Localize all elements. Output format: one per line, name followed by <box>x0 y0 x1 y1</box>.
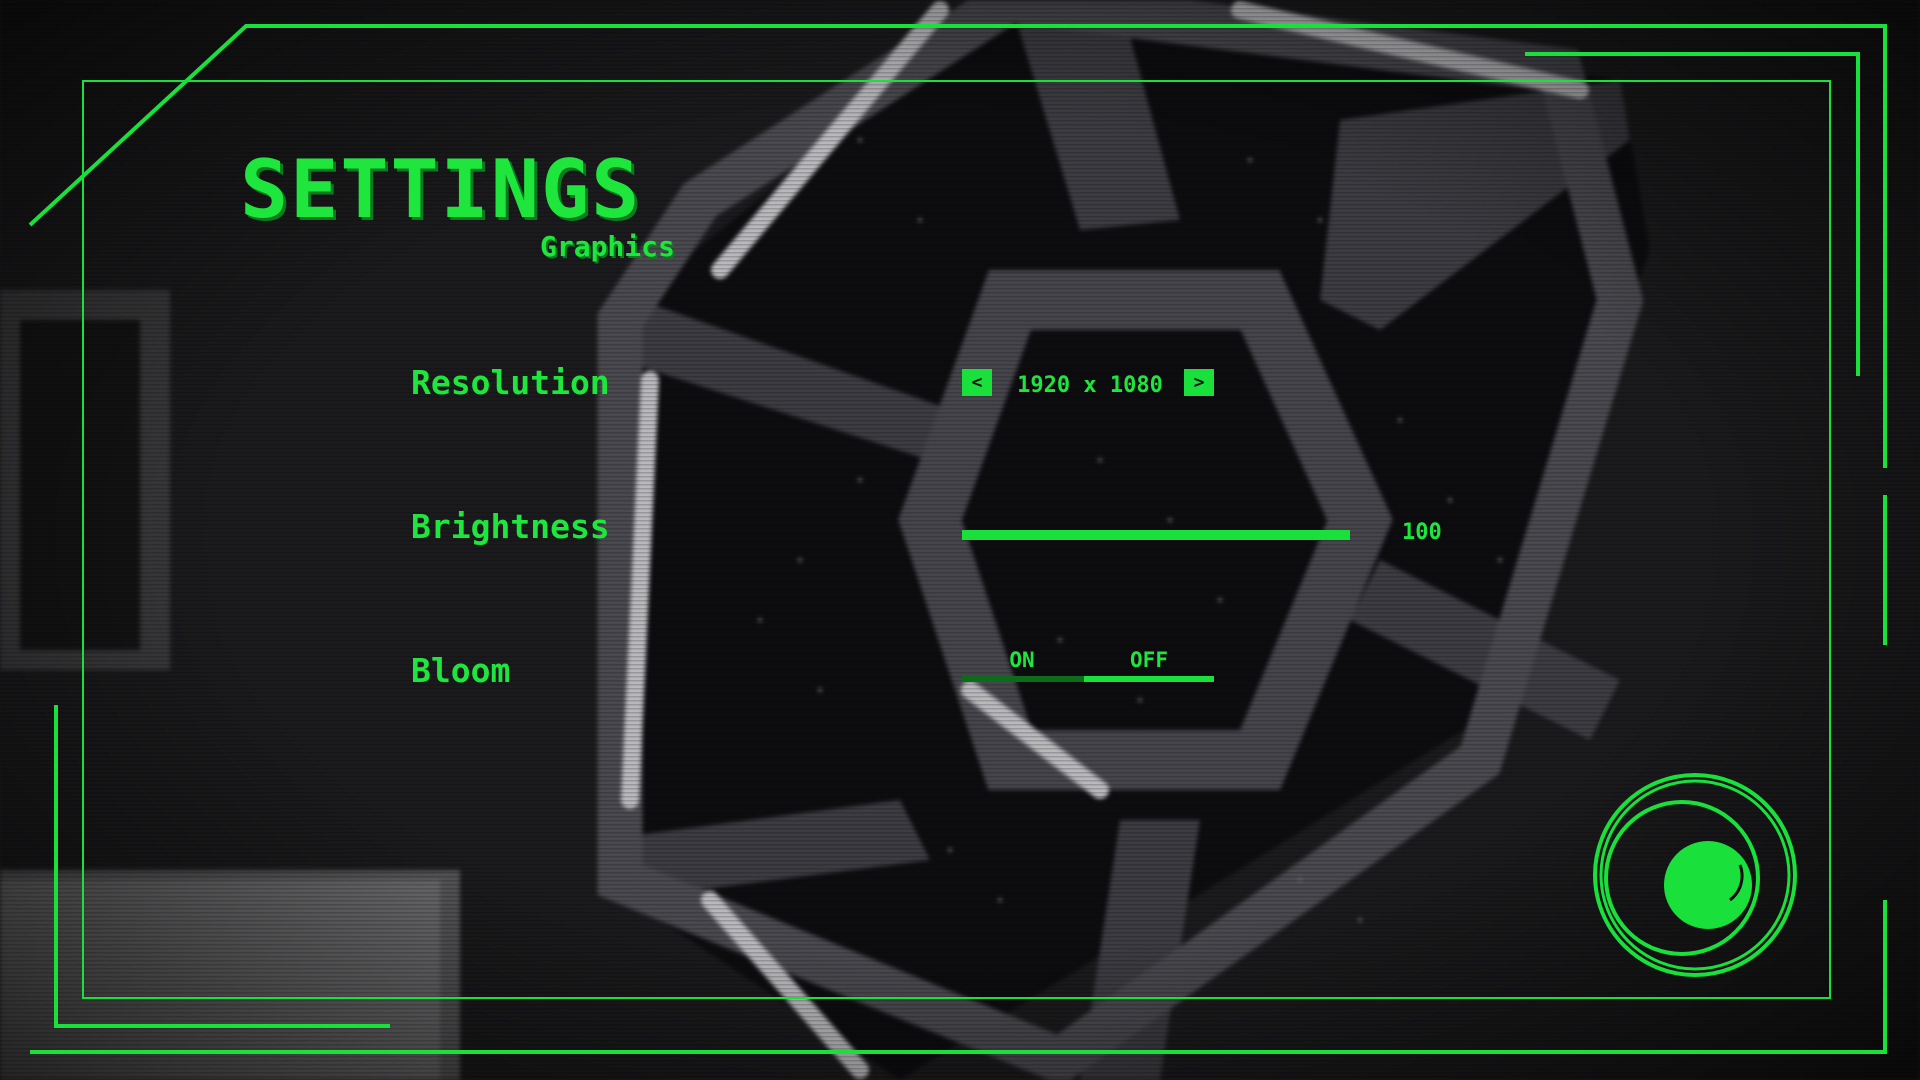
resolution-prev-button[interactable]: < <box>962 369 992 396</box>
settings-screen: SETTINGS Graphics Resolution < 1920 x 10… <box>0 0 1920 1080</box>
resolution-label: Resolution <box>411 363 610 402</box>
chevron-right-icon: > <box>1193 372 1205 393</box>
brightness-slider[interactable] <box>962 530 1350 540</box>
resolution-next-button[interactable]: > <box>1184 369 1214 396</box>
bloom-on-option[interactable]: ON <box>962 650 1082 671</box>
circle-emblem-icon[interactable] <box>1590 770 1800 980</box>
bloom-off-indicator <box>1084 676 1214 682</box>
resolution-value: 1920 x 1080 <box>1017 373 1163 398</box>
brightness-label: Brightness <box>411 507 610 546</box>
page-title: SETTINGS <box>240 143 642 236</box>
bloom-off-option[interactable]: OFF <box>1084 650 1214 671</box>
brightness-value: 100 <box>1402 520 1442 545</box>
bloom-label: Bloom <box>411 651 511 690</box>
chevron-left-icon: < <box>971 372 983 393</box>
brightness-slider-fill <box>962 530 1350 540</box>
bloom-on-indicator <box>962 676 1084 682</box>
page-subtitle: Graphics <box>540 230 675 263</box>
